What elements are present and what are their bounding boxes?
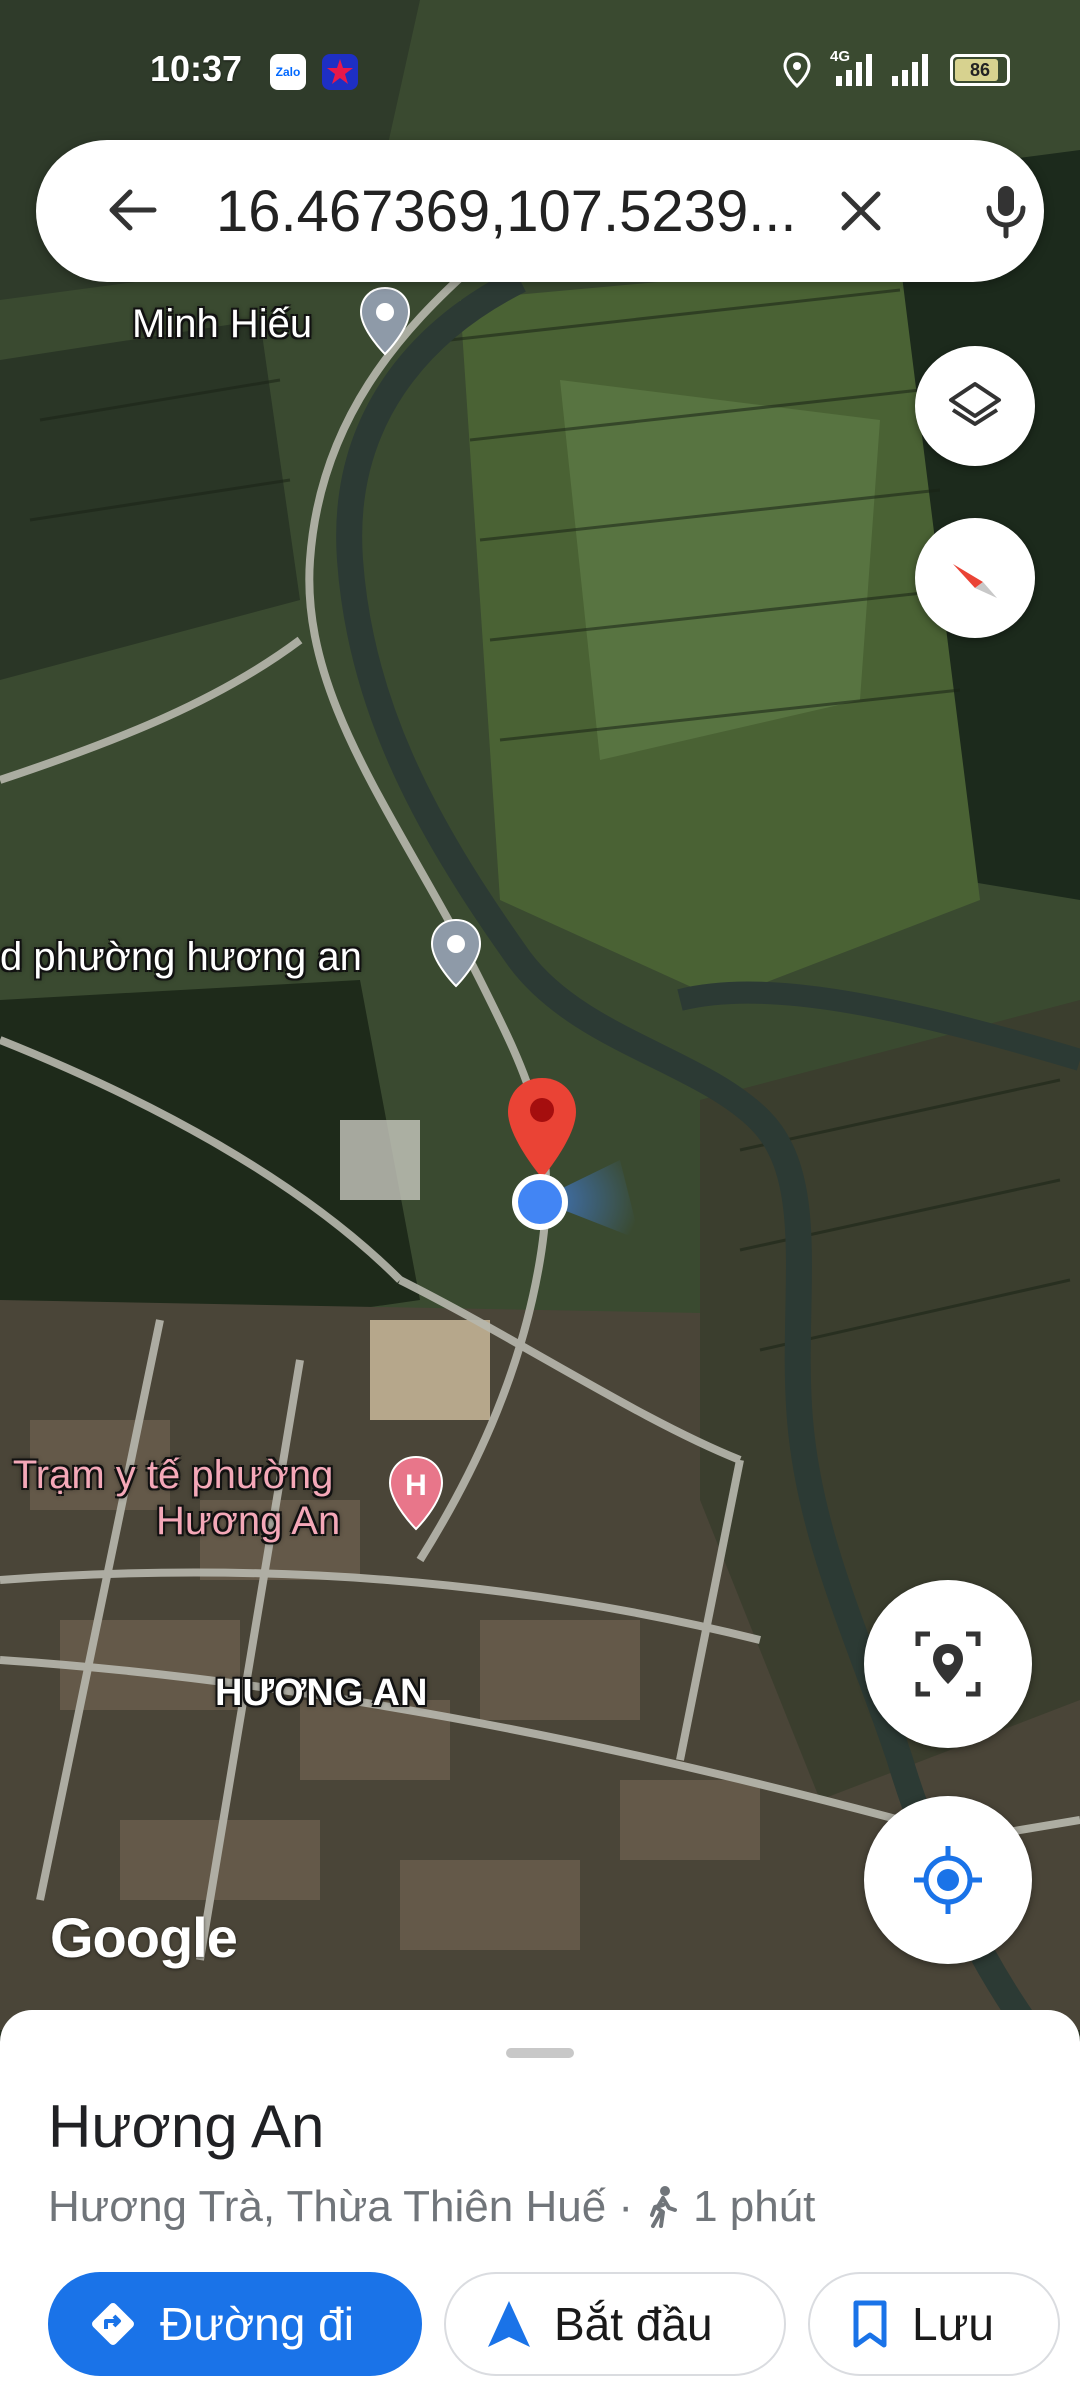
place-title: Hương An [48, 2093, 325, 2160]
battery-level: 86 [969, 60, 991, 80]
my-location-button[interactable] [864, 1796, 1032, 1964]
compass-icon [953, 564, 997, 598]
place-search-button[interactable] [864, 1580, 1032, 1748]
dropped-pin-icon[interactable] [502, 1074, 582, 1184]
current-location-dot-icon [512, 1174, 568, 1230]
map-label-ward-office[interactable]: d phường hương an [0, 935, 362, 980]
compass-button[interactable] [915, 518, 1035, 638]
map-label-area: HƯƠNG AN [215, 1672, 428, 1714]
svg-text:H: H [405, 1469, 427, 1502]
directions-icon [92, 2303, 134, 2345]
signal-icon [892, 54, 928, 86]
battery-icon: 86 [950, 54, 1010, 86]
walk-time: 1 phút [693, 2182, 816, 2231]
start-button[interactable]: Bắt đầu [444, 2272, 786, 2376]
map-label-minh-hieu[interactable]: Minh Hiếu [132, 302, 312, 347]
google-watermark: Google [50, 1906, 238, 1969]
action-buttons: Đường đi Bắt đầu Lưu [48, 2272, 1060, 2376]
place-address: Hương Trà, Thừa Thiên Huế · [48, 2182, 634, 2231]
back-arrow-icon[interactable] [100, 178, 164, 242]
start-label: Bắt đầu [554, 2298, 713, 2350]
place-bottom-sheet[interactable]: Hương An Hương Trà, Thừa Thiên Huế · 1 p… [0, 2010, 1080, 2400]
status-time: 10:37 [150, 48, 243, 89]
sheet-drag-handle[interactable] [506, 2048, 574, 2058]
map-marker-grey-icon[interactable] [357, 286, 413, 358]
layers-icon [949, 382, 1001, 426]
navigation-arrow-icon [488, 2301, 530, 2347]
walking-icon [650, 2186, 678, 2228]
microphone-icon[interactable] [971, 176, 1041, 246]
save-button[interactable]: Lưu [808, 2272, 1060, 2376]
place-subtitle: Hương Trà, Thừa Thiên Huế · 1 phút [48, 2182, 815, 2232]
close-icon[interactable] [826, 176, 896, 246]
place-search-icon [915, 1631, 981, 1697]
bookmark-icon [853, 2300, 887, 2348]
map-label-clinic[interactable]: Trạm y tế phường Hương An [6, 1452, 340, 1544]
hospital-marker-icon[interactable]: H [386, 1455, 446, 1533]
map-marker-grey-icon[interactable] [428, 918, 484, 990]
status-bar: 10:37 Zalo 4G 86 [0, 0, 1080, 140]
map-label-clinic-line1: Trạm y tế phường [12, 1453, 334, 1497]
search-query[interactable]: 16.467369,107.5239... [216, 178, 796, 245]
search-bar[interactable]: 16.467369,107.5239... [36, 140, 1044, 282]
save-label: Lưu [912, 2298, 994, 2350]
my-location-icon [914, 1846, 982, 1914]
star-app-icon [322, 54, 358, 90]
location-icon [783, 52, 811, 88]
directions-label: Đường đi [160, 2298, 354, 2350]
zalo-icon: Zalo [270, 54, 306, 90]
map-label-clinic-line2: Hương An [156, 1499, 341, 1543]
directions-button[interactable]: Đường đi [48, 2272, 422, 2376]
signal-4g-icon: 4G [830, 48, 872, 88]
layers-button[interactable] [915, 346, 1035, 466]
